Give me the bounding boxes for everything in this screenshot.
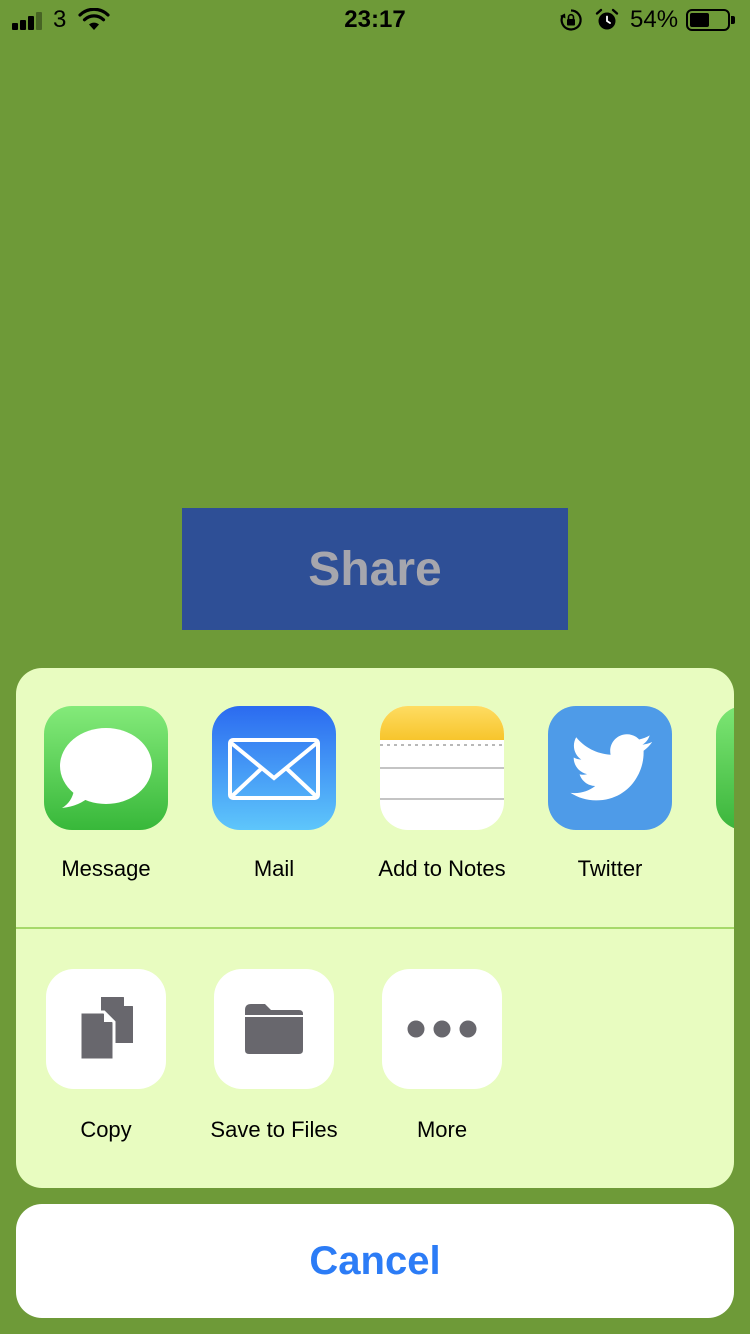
share-app-add-to-notes[interactable]: Add to Notes (362, 706, 522, 906)
share-action-label: Save to Files (210, 1117, 338, 1142)
messages-icon[interactable] (44, 706, 168, 830)
partial-green-app-icon[interactable] (716, 706, 734, 830)
battery-percentage: 54% (630, 6, 679, 33)
share-app-label: Mail (253, 856, 295, 881)
share-action-more[interactable]: More (362, 969, 522, 1169)
share-button[interactable]: Share (182, 508, 568, 630)
screen: 3 23:17 54% Share Message Mail Add to No… (0, 0, 750, 1334)
mail-icon[interactable] (212, 706, 336, 830)
share-app-partial[interactable]: W (698, 706, 734, 906)
folder-icon[interactable] (214, 969, 334, 1089)
share-action-copy[interactable]: Copy (26, 969, 186, 1169)
copy-icon[interactable] (46, 969, 166, 1089)
share-app-label: W (698, 856, 734, 882)
share-action-save-to-files[interactable]: Save to Files (194, 969, 354, 1169)
share-actions-row[interactable]: Copy Save to Files More (16, 929, 734, 1188)
status-bar: 3 23:17 54% (0, 0, 750, 40)
battery-level-fill (690, 13, 709, 27)
more-icon[interactable] (382, 969, 502, 1089)
share-action-label: More (416, 1117, 468, 1142)
battery-icon (686, 9, 735, 31)
alarm-icon (595, 8, 619, 30)
share-action-label: Copy (80, 1117, 132, 1142)
share-app-label: Add to Notes (378, 856, 506, 881)
share-sheet: Message Mail Add to Notes Twitter Copy S… (16, 668, 734, 1188)
twitter-icon[interactable] (548, 706, 672, 830)
notes-icon[interactable] (380, 706, 504, 830)
share-app-mail[interactable]: Mail (194, 706, 354, 906)
share-app-twitter[interactable]: Twitter (530, 706, 690, 906)
share-app-label: Message (61, 856, 151, 881)
orientation-lock-icon (560, 9, 582, 31)
share-app-message[interactable]: Message (26, 706, 186, 906)
cancel-button[interactable]: Cancel (16, 1204, 734, 1318)
share-apps-row[interactable]: Message Mail Add to Notes Twitter (16, 668, 734, 928)
share-app-label: Twitter (577, 856, 643, 881)
